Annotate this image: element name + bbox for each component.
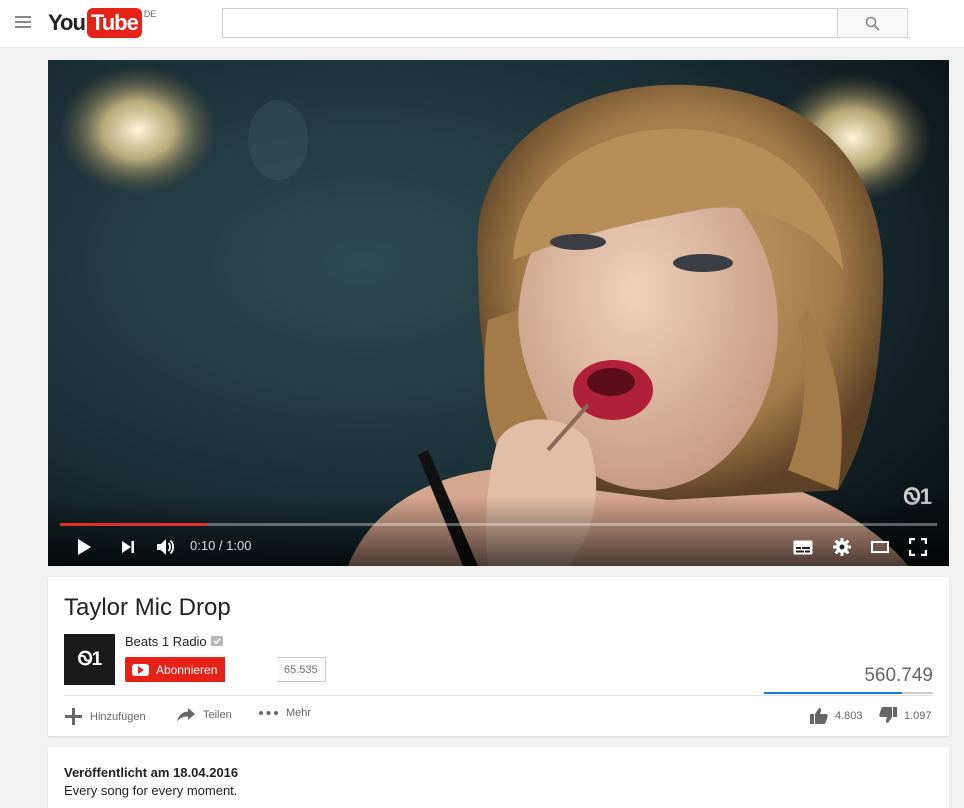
add-to-button[interactable]: Hinzufügen [64, 707, 146, 726]
gear-icon [833, 538, 851, 556]
logo-tube-text: Tube [86, 8, 142, 38]
subscribe-label: Abonnieren [156, 662, 218, 677]
youtube-play-icon [132, 663, 149, 676]
dislike-count: 1.097 [904, 709, 932, 722]
theater-mode-button[interactable] [866, 535, 894, 559]
play-button[interactable] [72, 535, 96, 559]
add-to-label: Hinzufügen [90, 710, 146, 723]
subscribe-button[interactable]: Abonnieren [125, 657, 226, 682]
plus-icon [65, 708, 82, 725]
subscriber-count: 65.535 [277, 657, 326, 682]
thumbs-down-icon [879, 707, 897, 723]
share-icon [177, 708, 195, 722]
like-count: 4.803 [835, 709, 863, 722]
channel-name-link[interactable]: Beats 1 Radio [125, 634, 207, 649]
masthead: You Tube DE [0, 0, 964, 48]
publish-date: Veröffentlicht am 18.04.2016 [64, 765, 239, 780]
play-icon [78, 539, 91, 555]
time-display: 0:10 / 1:00 [190, 538, 252, 553]
divider [64, 695, 933, 696]
logo-region-code: DE [143, 9, 157, 19]
like-button[interactable]: 4.803 [810, 707, 863, 724]
dislike-button[interactable]: 1.097 [879, 707, 932, 724]
channel-avatar[interactable]: Ꮻ1 [64, 634, 115, 685]
volume-button[interactable] [152, 535, 180, 559]
description-card: Veröffentlicht am 18.04.2016 Every song … [48, 747, 949, 808]
search-button[interactable] [837, 8, 908, 38]
more-label: Mehr [286, 707, 312, 719]
youtube-logo[interactable]: You Tube DE [48, 8, 156, 38]
share-button[interactable]: Teilen [176, 707, 232, 723]
thumbs-up-icon [810, 708, 828, 724]
video-title: Taylor Mic Drop [64, 594, 231, 621]
verified-icon [211, 636, 223, 646]
video-info-card: Taylor Mic Drop Ꮻ1 Beats 1 Radio Abonnie… [48, 577, 949, 736]
description-text: Every song for every moment. [64, 783, 238, 798]
video-player[interactable]: Ꮻ1 0:10 / 1:00 [48, 60, 949, 566]
share-label: Teilen [203, 709, 232, 721]
subtitles-icon [793, 540, 813, 554]
volume-icon [157, 539, 175, 555]
search-icon [865, 16, 880, 31]
guide-menu-icon[interactable] [15, 16, 31, 30]
progress-bar[interactable] [60, 523, 937, 526]
more-dots-icon [259, 711, 278, 715]
more-button[interactable]: Mehr [258, 707, 311, 719]
view-count: 560.749 [864, 665, 933, 686]
next-icon [122, 541, 134, 553]
next-button[interactable] [116, 535, 140, 559]
video-frame[interactable] [48, 60, 949, 566]
sentiment-like-fill [764, 692, 902, 694]
subtitles-button[interactable] [789, 535, 817, 559]
logo-you-text: You [48, 10, 86, 35]
fullscreen-icon [909, 538, 927, 556]
search-input[interactable] [222, 8, 838, 38]
sentiment-bar [764, 692, 933, 694]
fullscreen-button[interactable] [904, 535, 932, 559]
progress-played [60, 523, 208, 526]
settings-button[interactable] [828, 535, 856, 559]
theater-mode-icon [871, 541, 889, 553]
